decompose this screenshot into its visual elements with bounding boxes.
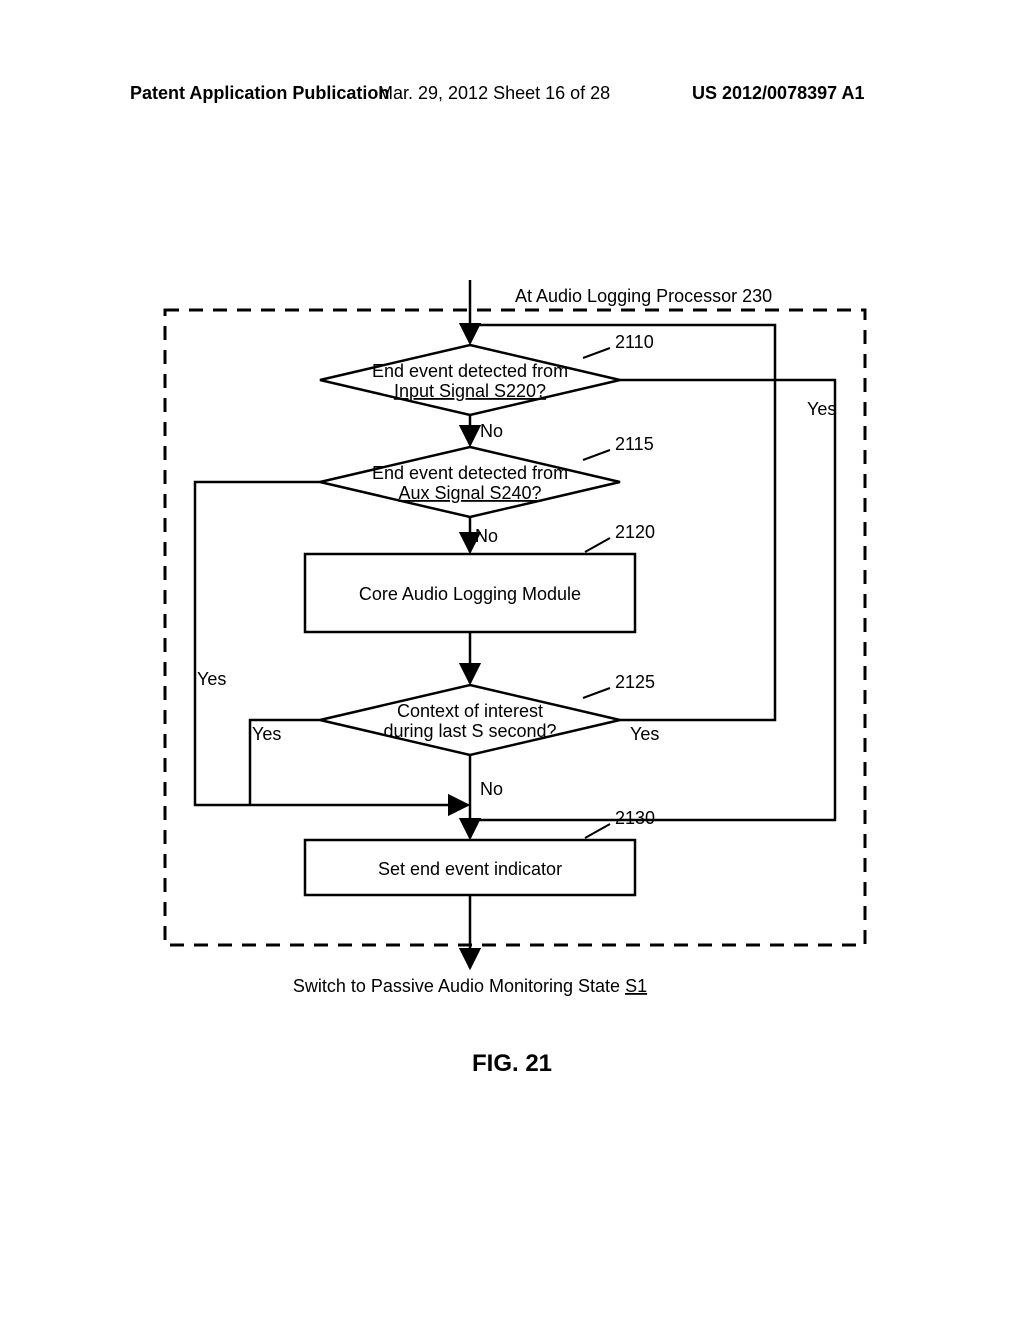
ref-2115: 2115 xyxy=(615,434,654,454)
lbl-2115-no: No xyxy=(475,526,498,546)
d2115-l2: Aux Signal S240? xyxy=(398,483,541,503)
d2110-l1: End event detected from xyxy=(372,361,568,381)
d2115-l1: End event detected from xyxy=(372,463,568,483)
flowchart: At Audio Logging Processor 230 End event… xyxy=(155,280,875,1010)
lbl-2125-yes: Yes xyxy=(630,724,659,744)
d2110-l2: Input Signal S220? xyxy=(394,381,546,401)
header-mid: Mar. 29, 2012 Sheet 16 of 28 xyxy=(378,83,610,104)
ref-tick-2125 xyxy=(583,688,610,698)
p2120-text: Core Audio Logging Module xyxy=(359,584,581,604)
d2125-l1: Context of interest xyxy=(397,701,543,721)
ref-2125: 2125 xyxy=(615,672,655,692)
ref-tick-2130 xyxy=(585,824,610,838)
d2125-l2: during last S second? xyxy=(383,721,556,741)
lbl-2125-no: No xyxy=(480,779,503,799)
ref-2110: 2110 xyxy=(615,332,654,352)
lbl-2110-no: No xyxy=(480,421,503,441)
ref-tick-2115 xyxy=(583,450,610,460)
figure-label: FIG. 21 xyxy=(0,1050,1024,1078)
header-right: US 2012/0078397 A1 xyxy=(692,83,864,104)
p2130-text: Set end event indicator xyxy=(378,859,562,879)
exit-label: Switch to Passive Audio Monitoring State… xyxy=(293,976,647,996)
lbl-2115-yes: Yes xyxy=(197,669,226,689)
edge-2115-yes xyxy=(195,482,468,805)
lbl-2125-yes-left: Yes xyxy=(252,724,281,744)
header-left: Patent Application Publication xyxy=(130,83,389,104)
ref-2120: 2120 xyxy=(615,522,655,542)
flow-title: At Audio Logging Processor 230 xyxy=(515,286,772,306)
lbl-2110-yes: Yes xyxy=(807,399,836,419)
ref-tick-2110 xyxy=(583,348,610,358)
ref-tick-2120 xyxy=(585,538,610,552)
ref-2130: 2130 xyxy=(615,808,655,828)
